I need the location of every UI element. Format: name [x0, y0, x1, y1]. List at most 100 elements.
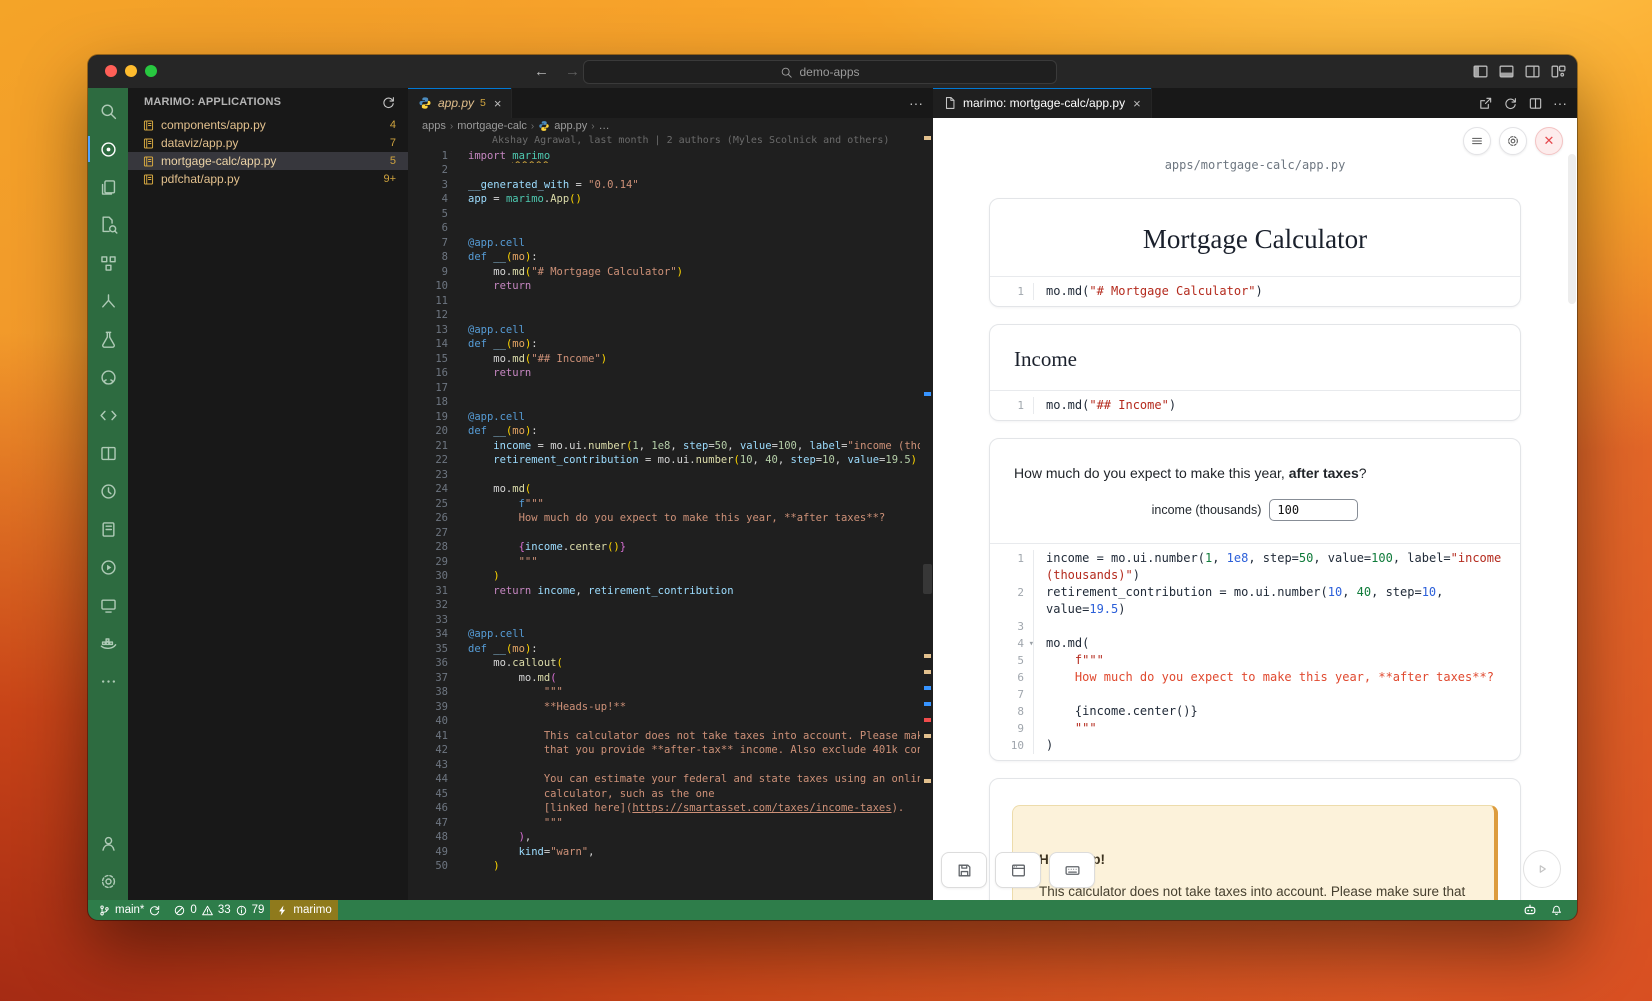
- activity-bar-item-marimo-icon[interactable]: [88, 130, 128, 168]
- zoom-window-button[interactable]: [145, 65, 157, 77]
- code-line[interactable]: 5: [408, 207, 920, 222]
- code-line[interactable]: 2retirement_contribution = mo.ui.number(…: [990, 584, 1520, 618]
- activity-bar-item-more-icon[interactable]: [88, 662, 128, 700]
- tab-app-py[interactable]: app.py 5 ×: [408, 88, 512, 118]
- scrollbar-thumb[interactable]: [923, 564, 932, 594]
- minimize-window-button[interactable]: [125, 65, 137, 77]
- code-line[interactable]: 40: [408, 714, 920, 729]
- code-line[interactable]: 20def __(mo):: [408, 424, 920, 439]
- fold-chevron-icon[interactable]: ▾: [1029, 636, 1034, 653]
- code-line[interactable]: 38 """: [408, 685, 920, 700]
- reload-preview-icon[interactable]: [1503, 96, 1518, 111]
- code-line[interactable]: 7: [990, 686, 1520, 703]
- activity-bar-item-search-icon[interactable]: [88, 92, 128, 130]
- code-line[interactable]: 46 [linked here](https://smartasset.com/…: [408, 801, 920, 816]
- code-line[interactable]: 18: [408, 395, 920, 410]
- code-line[interactable]: 32: [408, 598, 920, 613]
- toggle-panel-button[interactable]: [1498, 63, 1515, 80]
- shortcuts-button[interactable]: [1049, 852, 1095, 888]
- nav-forward-button[interactable]: →: [565, 63, 580, 80]
- tab-marimo-preview[interactable]: marimo: mortgage-calc/app.py ×: [933, 88, 1152, 118]
- code-line[interactable]: 31 return income, retirement_contributio…: [408, 584, 920, 599]
- git-branch-item[interactable]: main*: [88, 900, 167, 920]
- split-editor-icon[interactable]: [1528, 96, 1543, 111]
- customize-layout-button[interactable]: [1550, 63, 1567, 80]
- code-line[interactable]: 35def __(mo):: [408, 642, 920, 657]
- code-line[interactable]: 6: [408, 221, 920, 236]
- code-line[interactable]: 4app = marimo.App(): [408, 192, 920, 207]
- settings-button[interactable]: [1499, 127, 1527, 155]
- code-line[interactable]: 15 mo.md("## Income"): [408, 352, 920, 367]
- code-line[interactable]: 36 mo.callout(: [408, 656, 920, 671]
- code-line[interactable]: 1import marimo: [408, 149, 920, 164]
- code-line[interactable]: 43: [408, 758, 920, 773]
- code-line[interactable]: 1mo.md("# Mortgage Calculator"): [990, 283, 1520, 300]
- refresh-icon[interactable]: [381, 95, 396, 110]
- code-line[interactable]: 9 mo.md("# Mortgage Calculator"): [408, 265, 920, 280]
- activity-bar-item-file-search-icon[interactable]: [88, 206, 128, 244]
- code-line[interactable]: 48 ),: [408, 830, 920, 845]
- code-line[interactable]: 41 This calculator does not take taxes i…: [408, 729, 920, 744]
- code-line[interactable]: 24 mo.md(: [408, 482, 920, 497]
- code-line[interactable]: 19@app.cell: [408, 410, 920, 425]
- code-editor[interactable]: Akshay Agrawal, last month | 2 authors (…: [408, 134, 920, 900]
- activity-bar-item-docker-icon[interactable]: [88, 624, 128, 662]
- code-line[interactable]: 8def __(mo):: [408, 250, 920, 265]
- code-line[interactable]: 10 return: [408, 279, 920, 294]
- breadcrumb-item[interactable]: mortgage-calc: [457, 120, 527, 132]
- activity-bar-item-github-icon[interactable]: [88, 358, 128, 396]
- code-line[interactable]: 34@app.cell: [408, 627, 920, 642]
- toggle-secondary-sidebar-button[interactable]: [1524, 63, 1541, 80]
- sidebar-item-dataviz-app-py[interactable]: dataviz/app.py 7: [128, 134, 408, 152]
- code-line[interactable]: 14def __(mo):: [408, 337, 920, 352]
- code-line[interactable]: 29 """: [408, 555, 920, 570]
- code-line[interactable]: 2: [408, 163, 920, 178]
- shutdown-button[interactable]: ✕: [1535, 127, 1563, 155]
- code-line[interactable]: 1mo.md("## Income"): [990, 397, 1520, 414]
- activity-bar-item-account-icon[interactable]: [88, 824, 128, 862]
- code-line[interactable]: 33: [408, 613, 920, 628]
- nav-back-button[interactable]: ←: [534, 63, 549, 80]
- activity-bar-item-flask-icon[interactable]: [88, 320, 128, 358]
- activity-bar-item-devices-icon[interactable]: [88, 586, 128, 624]
- command-center-search[interactable]: demo-apps: [583, 60, 1057, 84]
- run-all-button[interactable]: [1523, 850, 1561, 888]
- code-line[interactable]: 45 calculator, such as the one: [408, 787, 920, 802]
- breadcrumb-item[interactable]: app.py: [554, 120, 587, 132]
- code-line[interactable]: 7@app.cell: [408, 236, 920, 251]
- code-line[interactable]: 50 ): [408, 859, 920, 874]
- code-line[interactable]: 47 """: [408, 816, 920, 831]
- activity-bar-item-pipeline-icon[interactable]: [88, 282, 128, 320]
- code-line[interactable]: 39 **Heads-up!**: [408, 700, 920, 715]
- breadcrumb[interactable]: apps›mortgage-calc›app.py›…: [408, 118, 933, 134]
- activity-bar-item-notebook-icon[interactable]: [88, 510, 128, 548]
- sidebar-item-pdfchat-app-py[interactable]: pdfchat/app.py 9+: [128, 170, 408, 188]
- code-line[interactable]: 17: [408, 381, 920, 396]
- cell-income[interactable]: Income 1mo.md("## Income"): [989, 324, 1521, 421]
- code-line[interactable]: 13@app.cell: [408, 323, 920, 338]
- overview-ruler[interactable]: [920, 134, 933, 900]
- copilot-status-item[interactable]: [1516, 900, 1544, 920]
- code-line[interactable]: 27: [408, 526, 920, 541]
- code-line[interactable]: 37 mo.md(: [408, 671, 920, 686]
- toggle-sidebar-button[interactable]: [1472, 63, 1489, 80]
- breadcrumb-item[interactable]: …: [599, 120, 610, 132]
- code-line[interactable]: 30 ): [408, 569, 920, 584]
- notifications-item[interactable]: [1544, 900, 1569, 920]
- breadcrumb-item[interactable]: apps: [422, 120, 446, 132]
- activity-bar-item-explorer-icon[interactable]: [88, 168, 128, 206]
- code-line[interactable]: 44 You can estimate your federal and sta…: [408, 772, 920, 787]
- code-line[interactable]: 25 f""": [408, 497, 920, 512]
- activity-bar-item-symbols-icon[interactable]: [88, 244, 128, 282]
- close-tab-icon[interactable]: ×: [494, 96, 502, 111]
- activity-bar-item-layout-icon[interactable]: [88, 434, 128, 472]
- code-line[interactable]: 28 {income.center()}: [408, 540, 920, 555]
- code-line[interactable]: 6 How much do you expect to make this ye…: [990, 669, 1520, 686]
- sync-icon[interactable]: [148, 904, 161, 917]
- code-line[interactable]: 11: [408, 294, 920, 309]
- code-line[interactable]: 16 return: [408, 366, 920, 381]
- sidebar-item-mortgage-calc-app-py[interactable]: mortgage-calc/app.py 5: [128, 152, 408, 170]
- activity-bar-item-settings-icon[interactable]: [88, 862, 128, 900]
- income-number-input[interactable]: [1269, 499, 1358, 521]
- cell-income-input[interactable]: How much do you expect to make this year…: [989, 438, 1521, 761]
